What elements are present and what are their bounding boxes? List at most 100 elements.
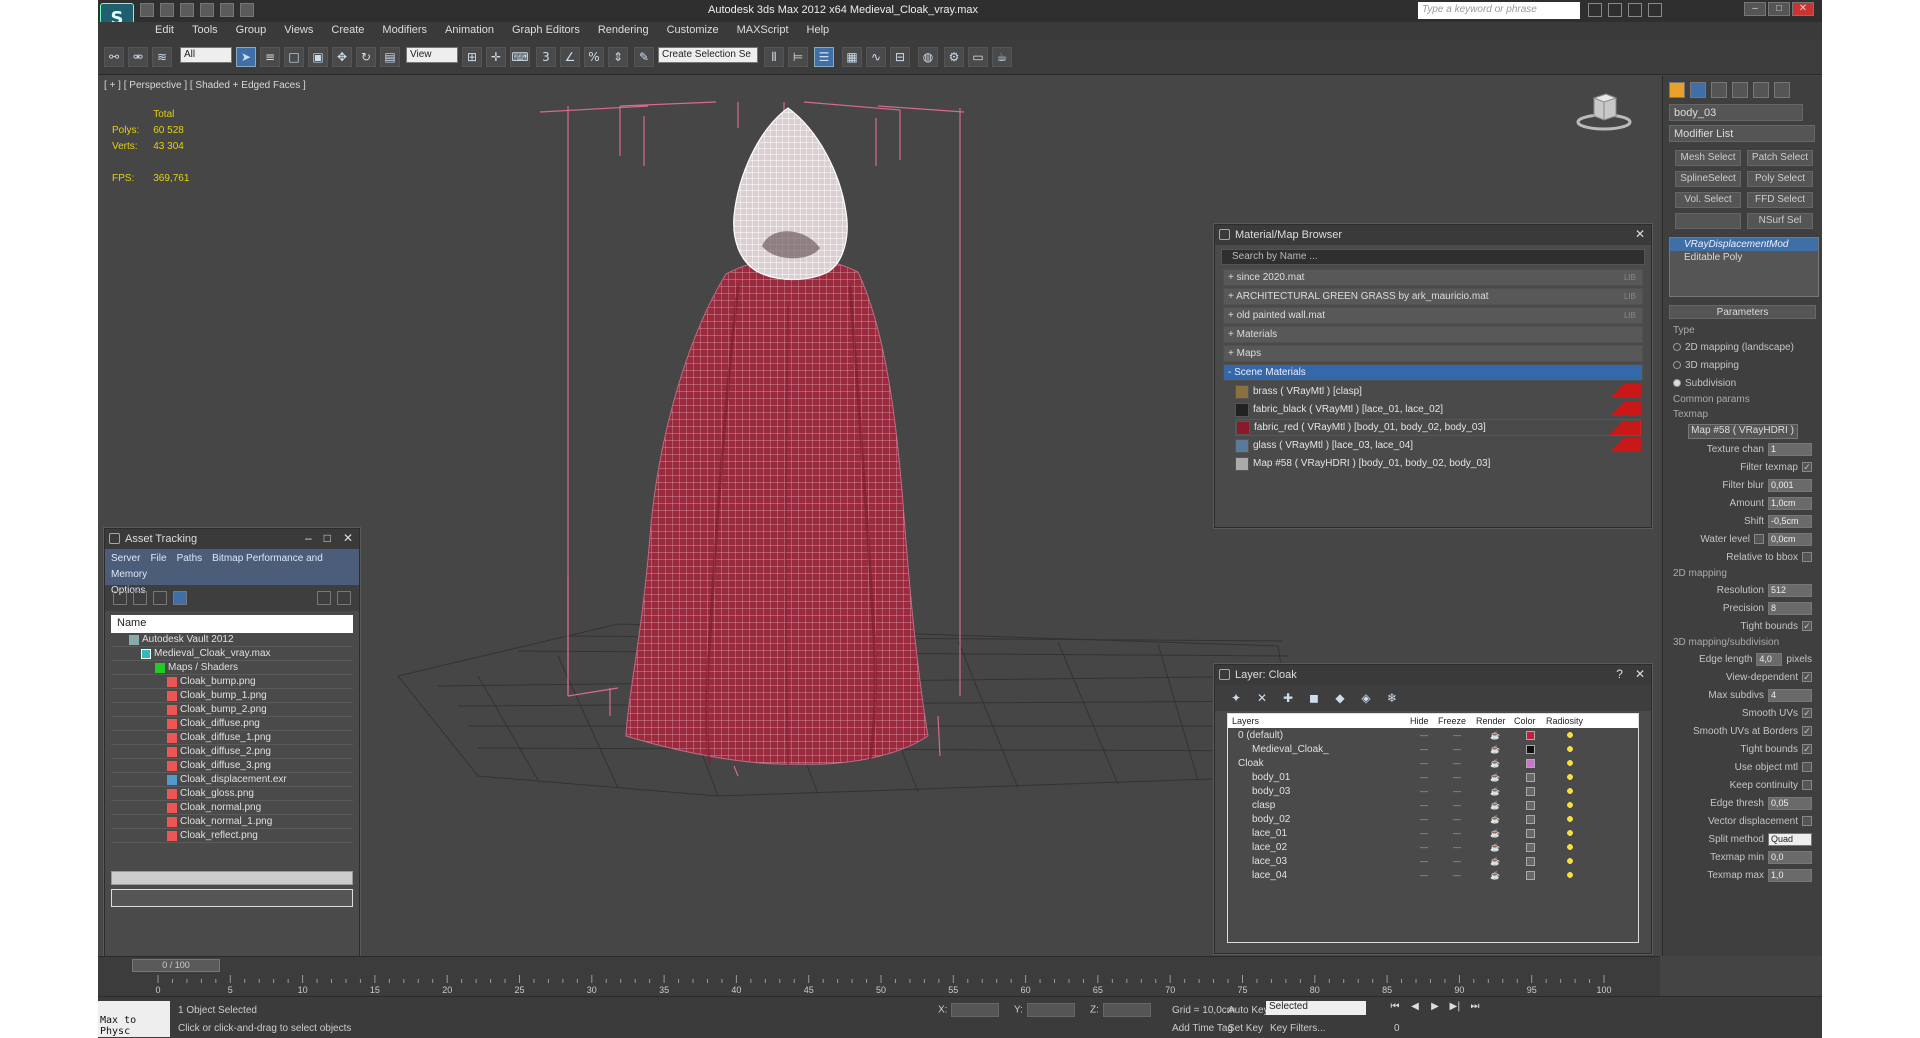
texmap-button[interactable]: Map #58 ( VRayHDRI ) — [1687, 423, 1798, 439]
save-file-icon[interactable] — [180, 3, 194, 17]
curve-editor-icon[interactable]: ∿ — [866, 47, 886, 67]
parameters-rollout[interactable]: Parameters — [1669, 305, 1816, 319]
close-button[interactable]: ✕ — [1792, 2, 1814, 16]
asset-path-field[interactable] — [111, 889, 353, 907]
freeze-toggle[interactable]: — — [1438, 787, 1476, 796]
menu-tools[interactable]: Tools — [183, 22, 227, 40]
stack-item-editable-poly[interactable]: Editable Poly — [1670, 251, 1818, 264]
select-object-icon[interactable]: ➤ — [236, 47, 256, 67]
ffd-select-button[interactable]: FFD Select — [1747, 192, 1813, 208]
refresh-icon[interactable] — [113, 591, 127, 605]
freeze-toggle[interactable]: — — [1438, 843, 1476, 852]
menu-maxscript[interactable]: MAXScript — [728, 22, 798, 40]
freeze-toggle[interactable]: — — [1438, 759, 1476, 768]
render-teapot-icon[interactable]: ☕ — [1476, 857, 1514, 866]
edge-thresh-spinner[interactable]: 0,05 — [1768, 796, 1812, 810]
use-object-mtl-checkbox[interactable] — [1802, 762, 1812, 772]
panel-minimize-button[interactable]: – — [305, 531, 312, 545]
col-hide[interactable]: Hide — [1410, 716, 1438, 726]
layer-color-swatch[interactable] — [1525, 772, 1535, 782]
hide-toggle[interactable]: — — [1410, 759, 1438, 768]
link-icon[interactable]: ⚯ — [104, 47, 124, 67]
freeze-toggle[interactable]: — — [1438, 857, 1476, 866]
layer-help-button[interactable]: ? — [1616, 667, 1623, 681]
menu-rendering[interactable]: Rendering — [589, 22, 658, 40]
frame-ruler[interactable]: 0 5 10 15 20 25 30 35 40 45 50 55 60 65 70 75 80 85 90 95 10… — [138, 975, 1624, 995]
hide-toggle[interactable]: — — [1410, 731, 1438, 740]
material-item[interactable]: glass ( VRayMtl ) [lace_03, lace_04] — [1235, 437, 1641, 454]
nsurf-sel-button[interactable]: NSurf Sel — [1747, 213, 1813, 229]
resolution-spinner[interactable]: 512 — [1768, 583, 1812, 597]
goto-end-icon[interactable]: ⏭ — [1468, 1001, 1482, 1015]
open-file-icon[interactable] — [160, 3, 174, 17]
freeze-all-icon[interactable]: ❄ — [1385, 691, 1399, 705]
thumb-view-icon[interactable] — [153, 591, 167, 605]
radio-2d-mapping[interactable] — [1673, 343, 1681, 351]
library-group[interactable]: + old painted wall.mat LIB — [1223, 307, 1643, 324]
amount-spinner[interactable]: 1,0cm — [1768, 496, 1812, 510]
library-group[interactable]: + since 2020.mat LIB — [1223, 269, 1643, 286]
next-frame-icon[interactable]: ▶| — [1448, 1001, 1462, 1015]
radiosity-icon[interactable] — [1565, 800, 1575, 810]
menu-edit[interactable]: Edit — [146, 22, 183, 40]
patch-select-button[interactable]: Patch Select — [1747, 150, 1813, 166]
current-frame-field[interactable]: 0 — [1394, 1023, 1400, 1034]
prev-frame-icon[interactable]: ◀ — [1408, 1001, 1422, 1015]
edge-length-spinner[interactable]: 4,0 — [1756, 652, 1783, 666]
select-in-layer-icon[interactable]: ◼ — [1307, 691, 1321, 705]
render-teapot-icon[interactable]: ☕ — [1476, 871, 1514, 880]
hide-toggle[interactable]: — — [1410, 801, 1438, 810]
material-search-input[interactable]: Search by Name ... — [1221, 249, 1645, 265]
tree-row[interactable]: Autodesk Vault 2012 — [111, 633, 353, 647]
radio-3d-mapping[interactable] — [1673, 361, 1681, 369]
texmap-max-spinner[interactable]: 1,0 — [1768, 868, 1812, 882]
mirror-icon[interactable]: ⫴ — [764, 47, 784, 67]
render-setup-icon[interactable]: ⚙ — [944, 47, 964, 67]
layer-row[interactable]: lace_02— — ☕ — [1228, 840, 1638, 854]
manipulate-icon[interactable]: ✛ — [486, 47, 506, 67]
goto-start-icon[interactable]: ⏮ — [1388, 1001, 1402, 1015]
asset-column-name[interactable]: Name — [111, 615, 353, 633]
layer-color-swatch[interactable] — [1525, 744, 1535, 754]
layer-row[interactable]: clasp — — ☕ — [1228, 798, 1638, 812]
asset-hscrollbar[interactable] — [111, 871, 353, 885]
y-coord-field[interactable] — [1026, 1003, 1075, 1017]
vector-displacement-checkbox[interactable] — [1802, 816, 1812, 826]
render-teapot-icon[interactable]: ☕ — [1476, 815, 1514, 824]
layer-row[interactable]: 0 (default) — — ☕ — [1228, 728, 1638, 742]
layer-color-swatch[interactable] — [1525, 814, 1535, 824]
render-teapot-icon[interactable]: ☕ — [1476, 843, 1514, 852]
freeze-toggle[interactable]: — — [1438, 871, 1476, 880]
hide-all-icon[interactable]: ◈ — [1359, 691, 1373, 705]
hide-toggle[interactable]: — — [1410, 773, 1438, 782]
unlink-icon[interactable]: ⚮ — [128, 47, 148, 67]
library-group[interactable]: + ARCHITECTURAL GREEN GRASS by ark_mauri… — [1223, 288, 1643, 305]
smooth-uvs-checkbox[interactable]: ✓ — [1802, 708, 1812, 718]
tight-bounds-checkbox[interactable]: ✓ — [1802, 621, 1812, 631]
asset-settings-icon[interactable] — [337, 591, 351, 605]
maximize-button[interactable]: □ — [1768, 2, 1790, 16]
render-teapot-icon[interactable]: ☕ — [1476, 829, 1514, 838]
vol-select-button[interactable]: Vol. Select — [1675, 192, 1741, 208]
filter-texmap-checkbox[interactable]: ✓ — [1802, 462, 1812, 472]
hide-toggle[interactable]: — — [1410, 787, 1438, 796]
hide-toggle[interactable]: — — [1410, 815, 1438, 824]
percent-snap-icon[interactable]: % — [584, 47, 604, 67]
help-icon[interactable] — [1648, 3, 1662, 17]
tree-row[interactable]: Cloak_diffuse_2.png — [111, 745, 353, 759]
minimize-button[interactable]: – — [1744, 2, 1766, 16]
stack-item-vraydisplacement[interactable]: VRayDisplacementMod — [1670, 238, 1818, 251]
radiosity-icon[interactable] — [1565, 730, 1575, 740]
hide-toggle[interactable]: — — [1410, 871, 1438, 880]
render-teapot-icon[interactable]: ☕ — [1476, 801, 1514, 810]
material-item[interactable]: fabric_black ( VRayMtl ) [lace_01, lace_… — [1235, 401, 1641, 418]
poly-select-button[interactable]: Poly Select — [1747, 171, 1813, 187]
render-teapot-icon[interactable]: ☕ — [1476, 787, 1514, 796]
max-subdivs-spinner[interactable]: 4 — [1768, 688, 1812, 702]
hide-toggle[interactable]: — — [1410, 829, 1438, 838]
radiosity-icon[interactable] — [1565, 744, 1575, 754]
layer-row[interactable]: lace_04— — ☕ — [1228, 868, 1638, 882]
material-item-selected[interactable]: fabric_red ( VRayMtl ) [body_01, body_02… — [1235, 419, 1641, 436]
modify-tab-icon[interactable] — [1690, 82, 1706, 98]
asset-menu-paths[interactable]: Paths — [177, 553, 203, 564]
